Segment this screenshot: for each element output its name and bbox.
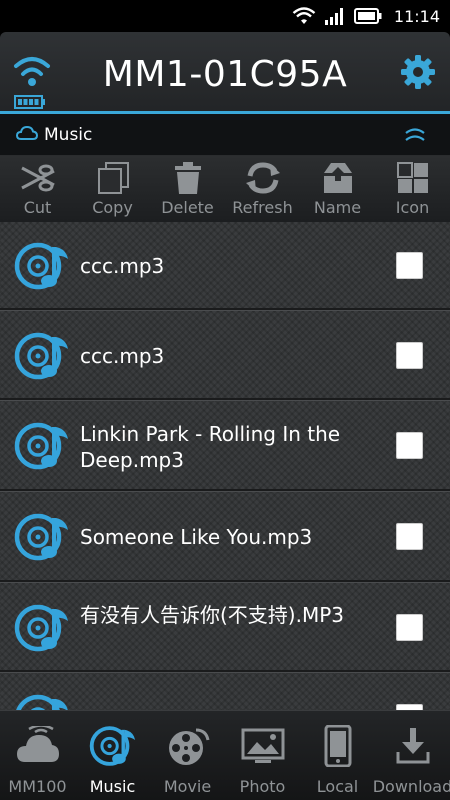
- name-sort-icon: [321, 160, 355, 196]
- icon-view-button[interactable]: Icon: [375, 156, 450, 222]
- device-title: MM1-01C95A: [102, 54, 348, 95]
- file-name: ccc.mp3: [80, 344, 165, 368]
- refresh-label: Refresh: [232, 198, 293, 217]
- scissors-icon: [18, 160, 58, 196]
- file-toolbar: Cut Copy Delete Refresh Name Icon: [0, 156, 450, 222]
- list-item-partial[interactable]: [0, 674, 450, 710]
- nav-local[interactable]: Local: [300, 711, 375, 800]
- file-name: Someone Like You.mp3: [80, 525, 313, 549]
- delete-label: Delete: [161, 198, 214, 217]
- collapse-icon[interactable]: [404, 126, 426, 146]
- name-label: Name: [313, 198, 362, 217]
- file-checkbox[interactable]: [396, 432, 423, 459]
- file-name: ccc.mp3: [80, 254, 165, 278]
- path-bar: Music: [0, 114, 450, 156]
- row-divider: [0, 308, 450, 311]
- copy-label: Copy: [92, 198, 133, 217]
- nav-mm100[interactable]: MM100: [0, 711, 75, 800]
- photo-icon: [241, 721, 285, 771]
- file-checkbox[interactable]: [396, 252, 423, 279]
- cut-label: Cut: [23, 198, 52, 217]
- file-checkbox[interactable]: [396, 523, 423, 550]
- signal-icon: [324, 8, 343, 25]
- nav-local-label: Local: [316, 777, 359, 796]
- film-reel-icon: [166, 721, 210, 771]
- copy-button[interactable]: Copy: [75, 156, 150, 222]
- file-name: Linkin Park - Rolling In the Deep.mp3: [80, 422, 341, 472]
- list-item[interactable]: Linkin Park - Rolling In the Deep.mp3: [0, 402, 450, 490]
- music-file-icon: [14, 239, 70, 297]
- trash-icon: [173, 160, 203, 196]
- nav-download[interactable]: Download: [372, 711, 450, 800]
- file-name: 有没有人告诉你(不支持).MP3: [80, 603, 345, 627]
- copy-icon: [96, 160, 130, 196]
- list-item[interactable]: 有没有人告诉你(不支持).MP3: [0, 584, 450, 672]
- nav-download-label: Download: [372, 777, 450, 796]
- icon-label: Icon: [395, 198, 430, 217]
- download-icon: [395, 721, 431, 771]
- list-item[interactable]: ccc.mp3: [0, 222, 450, 310]
- music-disc-icon: [89, 721, 137, 771]
- list-item[interactable]: ccc.mp3: [0, 312, 450, 400]
- delete-button[interactable]: Delete: [150, 156, 225, 222]
- nav-music-label: Music: [89, 777, 136, 796]
- clock: 11:14: [393, 6, 440, 26]
- phone-icon: [324, 721, 352, 771]
- cloud-path-icon: [15, 125, 39, 145]
- refresh-icon: [244, 160, 282, 196]
- nav-movie-label: Movie: [163, 777, 212, 796]
- nav-photo-label: Photo: [239, 777, 286, 796]
- gear-icon[interactable]: [400, 54, 436, 94]
- file-checkbox[interactable]: [396, 342, 423, 369]
- cut-button[interactable]: Cut: [0, 156, 75, 222]
- wifi-status-icon: [292, 7, 316, 24]
- music-file-icon: [14, 419, 70, 477]
- music-file-icon: [14, 691, 70, 710]
- file-list[interactable]: ccc.mp3 ccc.mp3 Linkin Park - Rolling In…: [0, 222, 450, 710]
- battery-status-icon: [353, 8, 382, 24]
- nav-photo[interactable]: Photo: [225, 711, 300, 800]
- music-file-icon: [14, 329, 70, 387]
- list-item[interactable]: Someone Like You.mp3: [0, 493, 450, 581]
- app-header: MM1-01C95A: [0, 32, 450, 114]
- sort-name-button[interactable]: Name: [300, 156, 375, 222]
- music-file-icon: [14, 601, 70, 659]
- music-file-icon: [14, 510, 70, 568]
- nav-movie[interactable]: Movie: [150, 711, 225, 800]
- row-divider: [0, 398, 450, 401]
- status-bar: 11:14: [0, 0, 450, 32]
- row-divider: [0, 670, 450, 673]
- bottom-nav: MM100 Music Movie Photo Local Download: [0, 710, 450, 800]
- nav-mm100-label: MM100: [8, 777, 67, 796]
- current-path-label: Music: [44, 124, 93, 145]
- file-checkbox[interactable]: [396, 614, 423, 641]
- refresh-button[interactable]: Refresh: [225, 156, 300, 222]
- row-divider: [0, 489, 450, 492]
- row-divider: [0, 580, 450, 583]
- grid-view-icon: [396, 160, 430, 196]
- cloud-icon: [15, 721, 61, 771]
- nav-music[interactable]: Music: [75, 711, 150, 800]
